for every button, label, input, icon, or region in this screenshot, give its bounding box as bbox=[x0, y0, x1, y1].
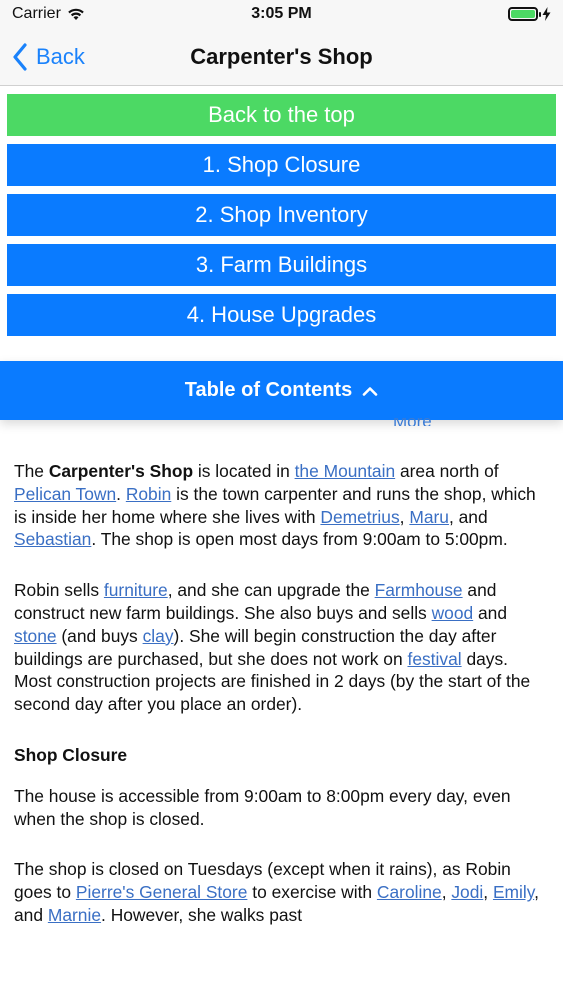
chevron-left-icon bbox=[13, 42, 27, 71]
text: Robin sells bbox=[14, 580, 104, 601]
partially-hidden-link[interactable]: More bbox=[393, 418, 432, 426]
charging-bolt-icon bbox=[542, 7, 551, 21]
link-caroline[interactable]: Caroline bbox=[377, 882, 442, 902]
link-pelican-town[interactable]: Pelican Town bbox=[14, 484, 116, 504]
link-demetrius[interactable]: Demetrius bbox=[320, 507, 399, 527]
link-sebastian[interactable]: Sebastian bbox=[14, 529, 91, 549]
status-right bbox=[508, 7, 551, 21]
toc-header-label: Table of Contents bbox=[184, 379, 353, 401]
link-clay[interactable]: clay bbox=[143, 626, 174, 646]
status-left: Carrier bbox=[12, 5, 85, 23]
intro-paragraph: The Carpenter's Shop is located in the M… bbox=[14, 460, 549, 551]
text: , bbox=[441, 882, 452, 903]
carrier-label: Carrier bbox=[12, 5, 61, 22]
text: , bbox=[483, 882, 493, 903]
link-marnie[interactable]: Marnie bbox=[48, 905, 101, 925]
status-time: 3:05 PM bbox=[251, 5, 312, 22]
bold-term: Carpenter's Shop bbox=[48, 461, 194, 481]
link-jodi[interactable]: Jodi bbox=[451, 882, 483, 902]
text: . The shop is open most days from 9:00am… bbox=[91, 529, 508, 550]
toc-panel: Back to the top 1. Shop Closure 2. Shop … bbox=[0, 86, 563, 336]
navigation-bar: Back Carpenter's Shop bbox=[0, 28, 563, 86]
link-emily[interactable]: Emily bbox=[493, 882, 534, 902]
toc-item-house-upgrades[interactable]: 4. House Upgrades bbox=[7, 294, 556, 336]
section-title-shop-closure: Shop Closure bbox=[14, 744, 128, 765]
back-button[interactable]: Back bbox=[0, 42, 85, 71]
link-farmhouse[interactable]: Farmhouse bbox=[375, 580, 463, 600]
status-bar: Carrier 3:05 PM bbox=[0, 0, 563, 28]
back-to-top-button[interactable]: Back to the top bbox=[7, 94, 556, 136]
closure-paragraph: The shop is closed on Tuesdays (except w… bbox=[14, 858, 549, 926]
text: (and buys bbox=[56, 625, 143, 646]
sales-paragraph: Robin sells furniture, and she can upgra… bbox=[14, 579, 549, 716]
hours-paragraph: The house is accessible from 9:00am to 8… bbox=[14, 785, 511, 829]
text: is located in bbox=[193, 461, 295, 481]
link-robin[interactable]: Robin bbox=[126, 484, 171, 504]
text: to exercise with bbox=[247, 882, 377, 903]
text: area north of bbox=[395, 461, 499, 481]
link-maru[interactable]: Maru bbox=[409, 507, 449, 527]
toc-item-shop-inventory[interactable]: 2. Shop Inventory bbox=[7, 194, 556, 236]
link-pierres-general-store[interactable]: Pierre's General Store bbox=[76, 882, 248, 902]
toc-header-toggle[interactable]: Table of Contents bbox=[0, 361, 563, 420]
link-furniture[interactable]: furniture bbox=[104, 580, 168, 600]
toc-item-shop-closure[interactable]: 1. Shop Closure bbox=[7, 144, 556, 186]
battery-icon bbox=[508, 7, 541, 21]
text: , and she can upgrade the bbox=[167, 580, 375, 601]
back-button-label: Back bbox=[36, 43, 85, 69]
text: and bbox=[473, 602, 508, 623]
text: , bbox=[399, 506, 410, 527]
text: The bbox=[14, 461, 49, 481]
toc-item-farm-buildings[interactable]: 3. Farm Buildings bbox=[7, 244, 556, 286]
link-stone[interactable]: stone bbox=[14, 626, 57, 646]
text: , and bbox=[448, 506, 488, 527]
text: . However, she walks past bbox=[101, 904, 303, 925]
wifi-icon bbox=[68, 8, 84, 20]
link-festival[interactable]: festival bbox=[407, 649, 461, 669]
text: . bbox=[116, 483, 126, 504]
link-the-mountain[interactable]: the Mountain bbox=[295, 461, 396, 481]
article-content: The Carpenter's Shop is located in the M… bbox=[14, 460, 549, 955]
link-wood[interactable]: wood bbox=[432, 603, 474, 623]
chevron-up-icon bbox=[362, 386, 378, 396]
